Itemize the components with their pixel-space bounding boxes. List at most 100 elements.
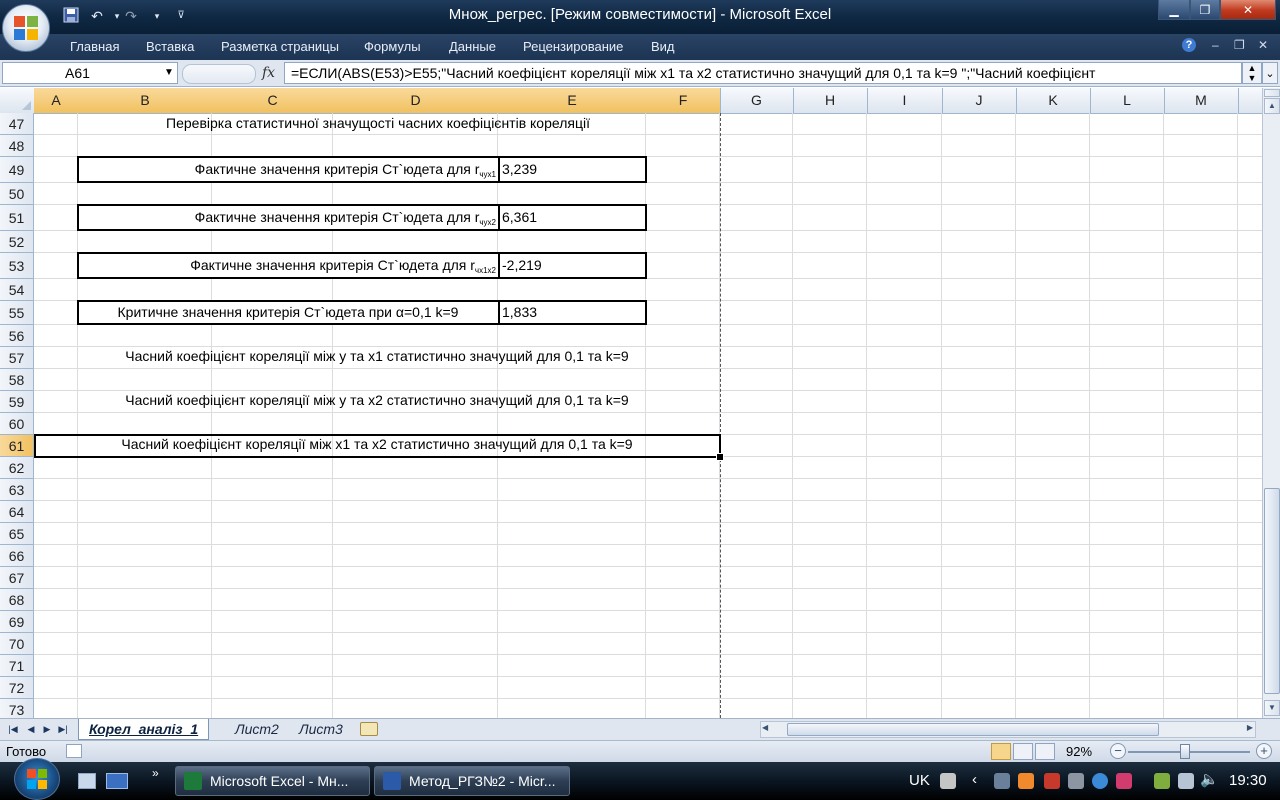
- row-header-64[interactable]: 64: [0, 501, 34, 523]
- row-header-53[interactable]: 53: [0, 253, 34, 279]
- horizontal-scroll-thumb[interactable]: [787, 723, 1159, 736]
- vertical-scroll-thumb[interactable]: [1264, 488, 1280, 694]
- page-layout-view-button[interactable]: [1013, 743, 1033, 760]
- cell-label-b49[interactable]: Фактичне значення критерія Ст`юдета для …: [80, 161, 496, 179]
- row-header-52[interactable]: 52: [0, 231, 34, 253]
- volume-icon[interactable]: 🔈: [1200, 770, 1219, 788]
- row-header-51[interactable]: 51: [0, 205, 34, 231]
- column-header-b[interactable]: B: [78, 88, 213, 113]
- select-all-corner[interactable]: [0, 88, 35, 113]
- column-header-i[interactable]: I: [867, 88, 943, 113]
- tab-page-layout[interactable]: Разметка страницы: [221, 34, 339, 60]
- switch-windows-icon[interactable]: [106, 773, 128, 789]
- taskbar-item-excel[interactable]: Microsoft Excel - Мн...: [175, 766, 370, 796]
- row-header-47[interactable]: 47: [0, 113, 34, 135]
- row-header-56[interactable]: 56: [0, 325, 34, 347]
- row-header-57[interactable]: 57: [0, 347, 34, 369]
- tray-alert-icon[interactable]: [1044, 773, 1060, 789]
- row-header-72[interactable]: 72: [0, 677, 34, 699]
- workbook-close-icon[interactable]: ✕: [1258, 38, 1268, 52]
- name-box-dropdown-icon[interactable]: ▼: [162, 62, 176, 84]
- scroll-up-icon[interactable]: ▲: [1264, 98, 1280, 114]
- column-header-m[interactable]: M: [1164, 88, 1239, 113]
- row-header-58[interactable]: 58: [0, 369, 34, 391]
- office-button[interactable]: [2, 4, 50, 52]
- page-break-view-button[interactable]: [1035, 743, 1055, 760]
- zoom-level[interactable]: 92%: [1066, 744, 1092, 759]
- sheet-tab-list2[interactable]: Лист2: [225, 719, 289, 739]
- cell-label-b53[interactable]: Фактичне значення критерія Ст`юдета для …: [80, 257, 496, 275]
- row-header-63[interactable]: 63: [0, 479, 34, 501]
- close-button[interactable]: ✕: [1220, 0, 1276, 20]
- row-header-69[interactable]: 69: [0, 611, 34, 633]
- row-header-67[interactable]: 67: [0, 567, 34, 589]
- show-desktop-icon[interactable]: [78, 773, 96, 789]
- tray-app-icon[interactable]: [1018, 773, 1034, 789]
- section-title[interactable]: Перевірка статистичної значущості часних…: [0, 115, 756, 131]
- row-header-61[interactable]: 61: [0, 435, 34, 457]
- column-header-k[interactable]: K: [1016, 88, 1091, 113]
- tray-media-icon[interactable]: [1116, 773, 1132, 789]
- cell-value-e49[interactable]: 3,239: [502, 161, 537, 177]
- column-header-l[interactable]: L: [1090, 88, 1165, 113]
- rows-area[interactable]: Перевірка статистичної значущості часних…: [0, 113, 1262, 718]
- prev-sheet-icon[interactable]: ◀: [24, 722, 38, 736]
- maximize-button[interactable]: ❐: [1190, 0, 1220, 20]
- formula-input[interactable]: =ЕСЛИ(ABS(E53)>E55;"Часний коефіцієнт ко…: [284, 62, 1242, 84]
- zoom-slider-knob[interactable]: [1180, 744, 1190, 759]
- column-header-e[interactable]: E: [498, 88, 647, 113]
- next-sheet-icon[interactable]: ▶: [40, 722, 54, 736]
- active-cell-selection[interactable]: [34, 434, 721, 458]
- tray-expand-icon[interactable]: ‹: [972, 771, 977, 788]
- normal-view-button[interactable]: [991, 743, 1011, 760]
- globe-icon[interactable]: [1092, 773, 1108, 789]
- row-header-49[interactable]: 49: [0, 157, 34, 183]
- scroll-left-icon[interactable]: ◀: [762, 723, 768, 732]
- column-header-f[interactable]: F: [646, 88, 721, 113]
- split-handle-icon[interactable]: [1264, 89, 1280, 97]
- last-sheet-icon[interactable]: ▶|: [56, 722, 70, 736]
- conclusion-y-x1[interactable]: Часний коефіцієнт кореляції між у та х1 …: [34, 348, 720, 364]
- column-header-a[interactable]: A: [34, 88, 79, 113]
- row-header-62[interactable]: 62: [0, 457, 34, 479]
- expand-formula-bar-icon[interactable]: ⌄: [1262, 62, 1278, 84]
- printer-icon[interactable]: [1068, 773, 1084, 789]
- macro-record-icon[interactable]: [66, 744, 82, 758]
- formula-scroll-icon[interactable]: ▲ ▼: [1242, 62, 1262, 84]
- row-header-71[interactable]: 71: [0, 655, 34, 677]
- language-indicator[interactable]: UK: [909, 772, 930, 789]
- insert-function-button[interactable]: fx: [182, 62, 282, 84]
- name-box[interactable]: A61: [2, 62, 178, 84]
- horizontal-scrollbar[interactable]: ◀ ▶: [760, 721, 1256, 738]
- row-header-54[interactable]: 54: [0, 279, 34, 301]
- conclusion-y-x2[interactable]: Часний коефіцієнт кореляції між у та х2 …: [34, 392, 720, 408]
- row-header-55[interactable]: 55: [0, 301, 34, 325]
- tab-home[interactable]: Главная: [70, 34, 119, 60]
- cell-value-e55[interactable]: 1,833: [502, 304, 537, 320]
- tab-data[interactable]: Данные: [449, 34, 496, 60]
- minimize-button[interactable]: ▁: [1158, 0, 1190, 20]
- tab-formulas[interactable]: Формулы: [364, 34, 421, 60]
- workbook-minimize-icon[interactable]: –: [1212, 38, 1219, 52]
- clock[interactable]: 19:30: [1229, 772, 1267, 789]
- row-header-65[interactable]: 65: [0, 523, 34, 545]
- row-header-66[interactable]: 66: [0, 545, 34, 567]
- taskbar-item-word[interactable]: Метод_РГЗ№2 - Micr...: [374, 766, 570, 796]
- vertical-scrollbar[interactable]: ▲ ▼: [1262, 88, 1280, 718]
- fill-handle[interactable]: [716, 453, 724, 461]
- sheet-tab-list3[interactable]: Лист3: [289, 719, 353, 739]
- row-header-73[interactable]: 73: [0, 699, 34, 718]
- row-header-70[interactable]: 70: [0, 633, 34, 655]
- row-header-48[interactable]: 48: [0, 135, 34, 157]
- scroll-down-icon[interactable]: ▼: [1264, 700, 1280, 716]
- row-header-50[interactable]: 50: [0, 183, 34, 205]
- worksheet-grid[interactable]: ABCDEFGHIJKLM Перевірка статистичної зна…: [0, 88, 1262, 718]
- tab-view[interactable]: Вид: [651, 34, 675, 60]
- network-drive-icon[interactable]: [994, 773, 1010, 789]
- formula-bar-resize-handle[interactable]: [182, 64, 256, 84]
- row-header-59[interactable]: 59: [0, 391, 34, 413]
- cell-label-b55[interactable]: Критичне значення критерія Ст`юдета при …: [80, 304, 496, 320]
- quicklaunch-more-icon[interactable]: »: [152, 766, 159, 780]
- column-header-j[interactable]: J: [942, 88, 1017, 113]
- tab-insert[interactable]: Вставка: [146, 34, 194, 60]
